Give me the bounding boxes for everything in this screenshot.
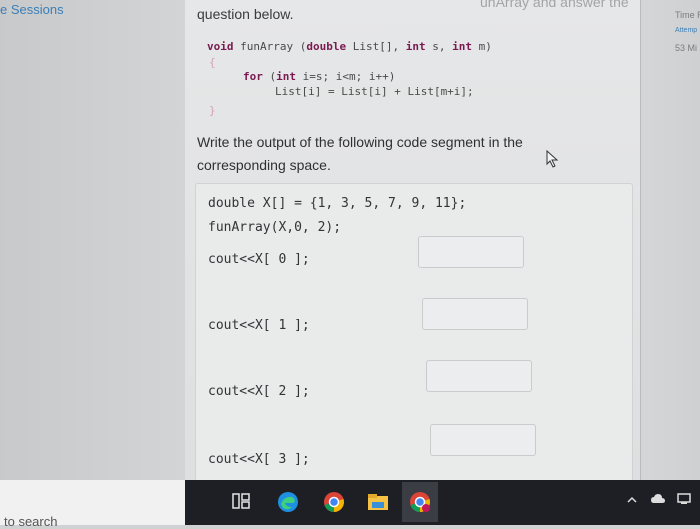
question-instruction: Write the output of the following code s… (197, 134, 523, 173)
left-sidebar: e Sessions (0, 0, 185, 480)
code-close-brace: } (209, 104, 216, 117)
program-function-call: funArray(X,0, 2); (208, 220, 342, 235)
function-code-block: void funArray ( double List[], int s, int… (203, 32, 603, 117)
quiz-info-panel: Time R Attemp 53 Mi (640, 0, 700, 480)
output-statement-0: cout<<X[ 0 ]; (208, 252, 310, 267)
answer-input-3[interactable] (430, 424, 536, 456)
mouse-cursor-icon (546, 150, 559, 168)
output-statement-1: cout<<X[ 1 ]; (208, 318, 310, 333)
code-text: funArray (233, 40, 300, 53)
output-statement-3: cout<<X[ 3 ]; (208, 452, 310, 467)
code-for-line: for (int i=s; i<m; i++) (243, 70, 395, 83)
program-declaration: double X[] = {1, 3, 5, 7, 9, 11}; (208, 196, 467, 211)
answer-input-0[interactable] (418, 236, 524, 268)
chrome-icon[interactable] (322, 490, 346, 514)
sessions-link[interactable]: e Sessions (0, 2, 64, 17)
code-signature-line: void funArray (double List[], int s, int… (207, 40, 492, 53)
code-open-brace: { (209, 56, 216, 69)
code-keyword: int (452, 40, 472, 53)
windows-taskbar: to search (0, 480, 700, 529)
question-page: unArray and answer the question below. v… (185, 0, 641, 485)
code-keyword: int (276, 70, 296, 83)
code-text: i=s; i<m; i++) (296, 70, 396, 83)
chrome-profile-icon[interactable] (408, 490, 432, 514)
edge-icon[interactable] (276, 490, 300, 514)
cloud-icon[interactable] (650, 492, 666, 506)
attempt-label[interactable]: Attemp (675, 27, 697, 34)
search-placeholder: to search (4, 514, 58, 529)
code-text: ( (262, 70, 277, 83)
network-icon[interactable] (676, 490, 692, 506)
code-keyword: double (306, 40, 347, 53)
code-text: m) (471, 40, 492, 53)
code-keyword: void (207, 40, 234, 53)
code-keyword: for (243, 70, 263, 83)
code-text: s, (425, 40, 453, 53)
output-statement-2: cout<<X[ 2 ]; (208, 384, 310, 399)
code-text: List[], (346, 40, 406, 53)
answer-area: double X[] = {1, 3, 5, 7, 9, 11}; funArr… (195, 183, 633, 485)
task-view-icon[interactable] (230, 490, 252, 512)
answer-input-1[interactable] (422, 298, 528, 330)
answer-input-2[interactable] (426, 360, 532, 392)
file-explorer-icon[interactable] (366, 490, 390, 514)
taskbar-search-box[interactable]: to search (0, 480, 185, 529)
code-body-line: List[i] = List[i] + List[m+i]; (275, 85, 474, 98)
time-remaining-label: Time R (675, 10, 700, 20)
chevron-up-icon[interactable] (626, 494, 638, 506)
code-keyword: int (405, 40, 426, 53)
question-header-text: unArray and answer the (480, 0, 629, 10)
question-intro: question below. (197, 6, 294, 22)
time-minutes: 53 Mi (675, 43, 698, 53)
